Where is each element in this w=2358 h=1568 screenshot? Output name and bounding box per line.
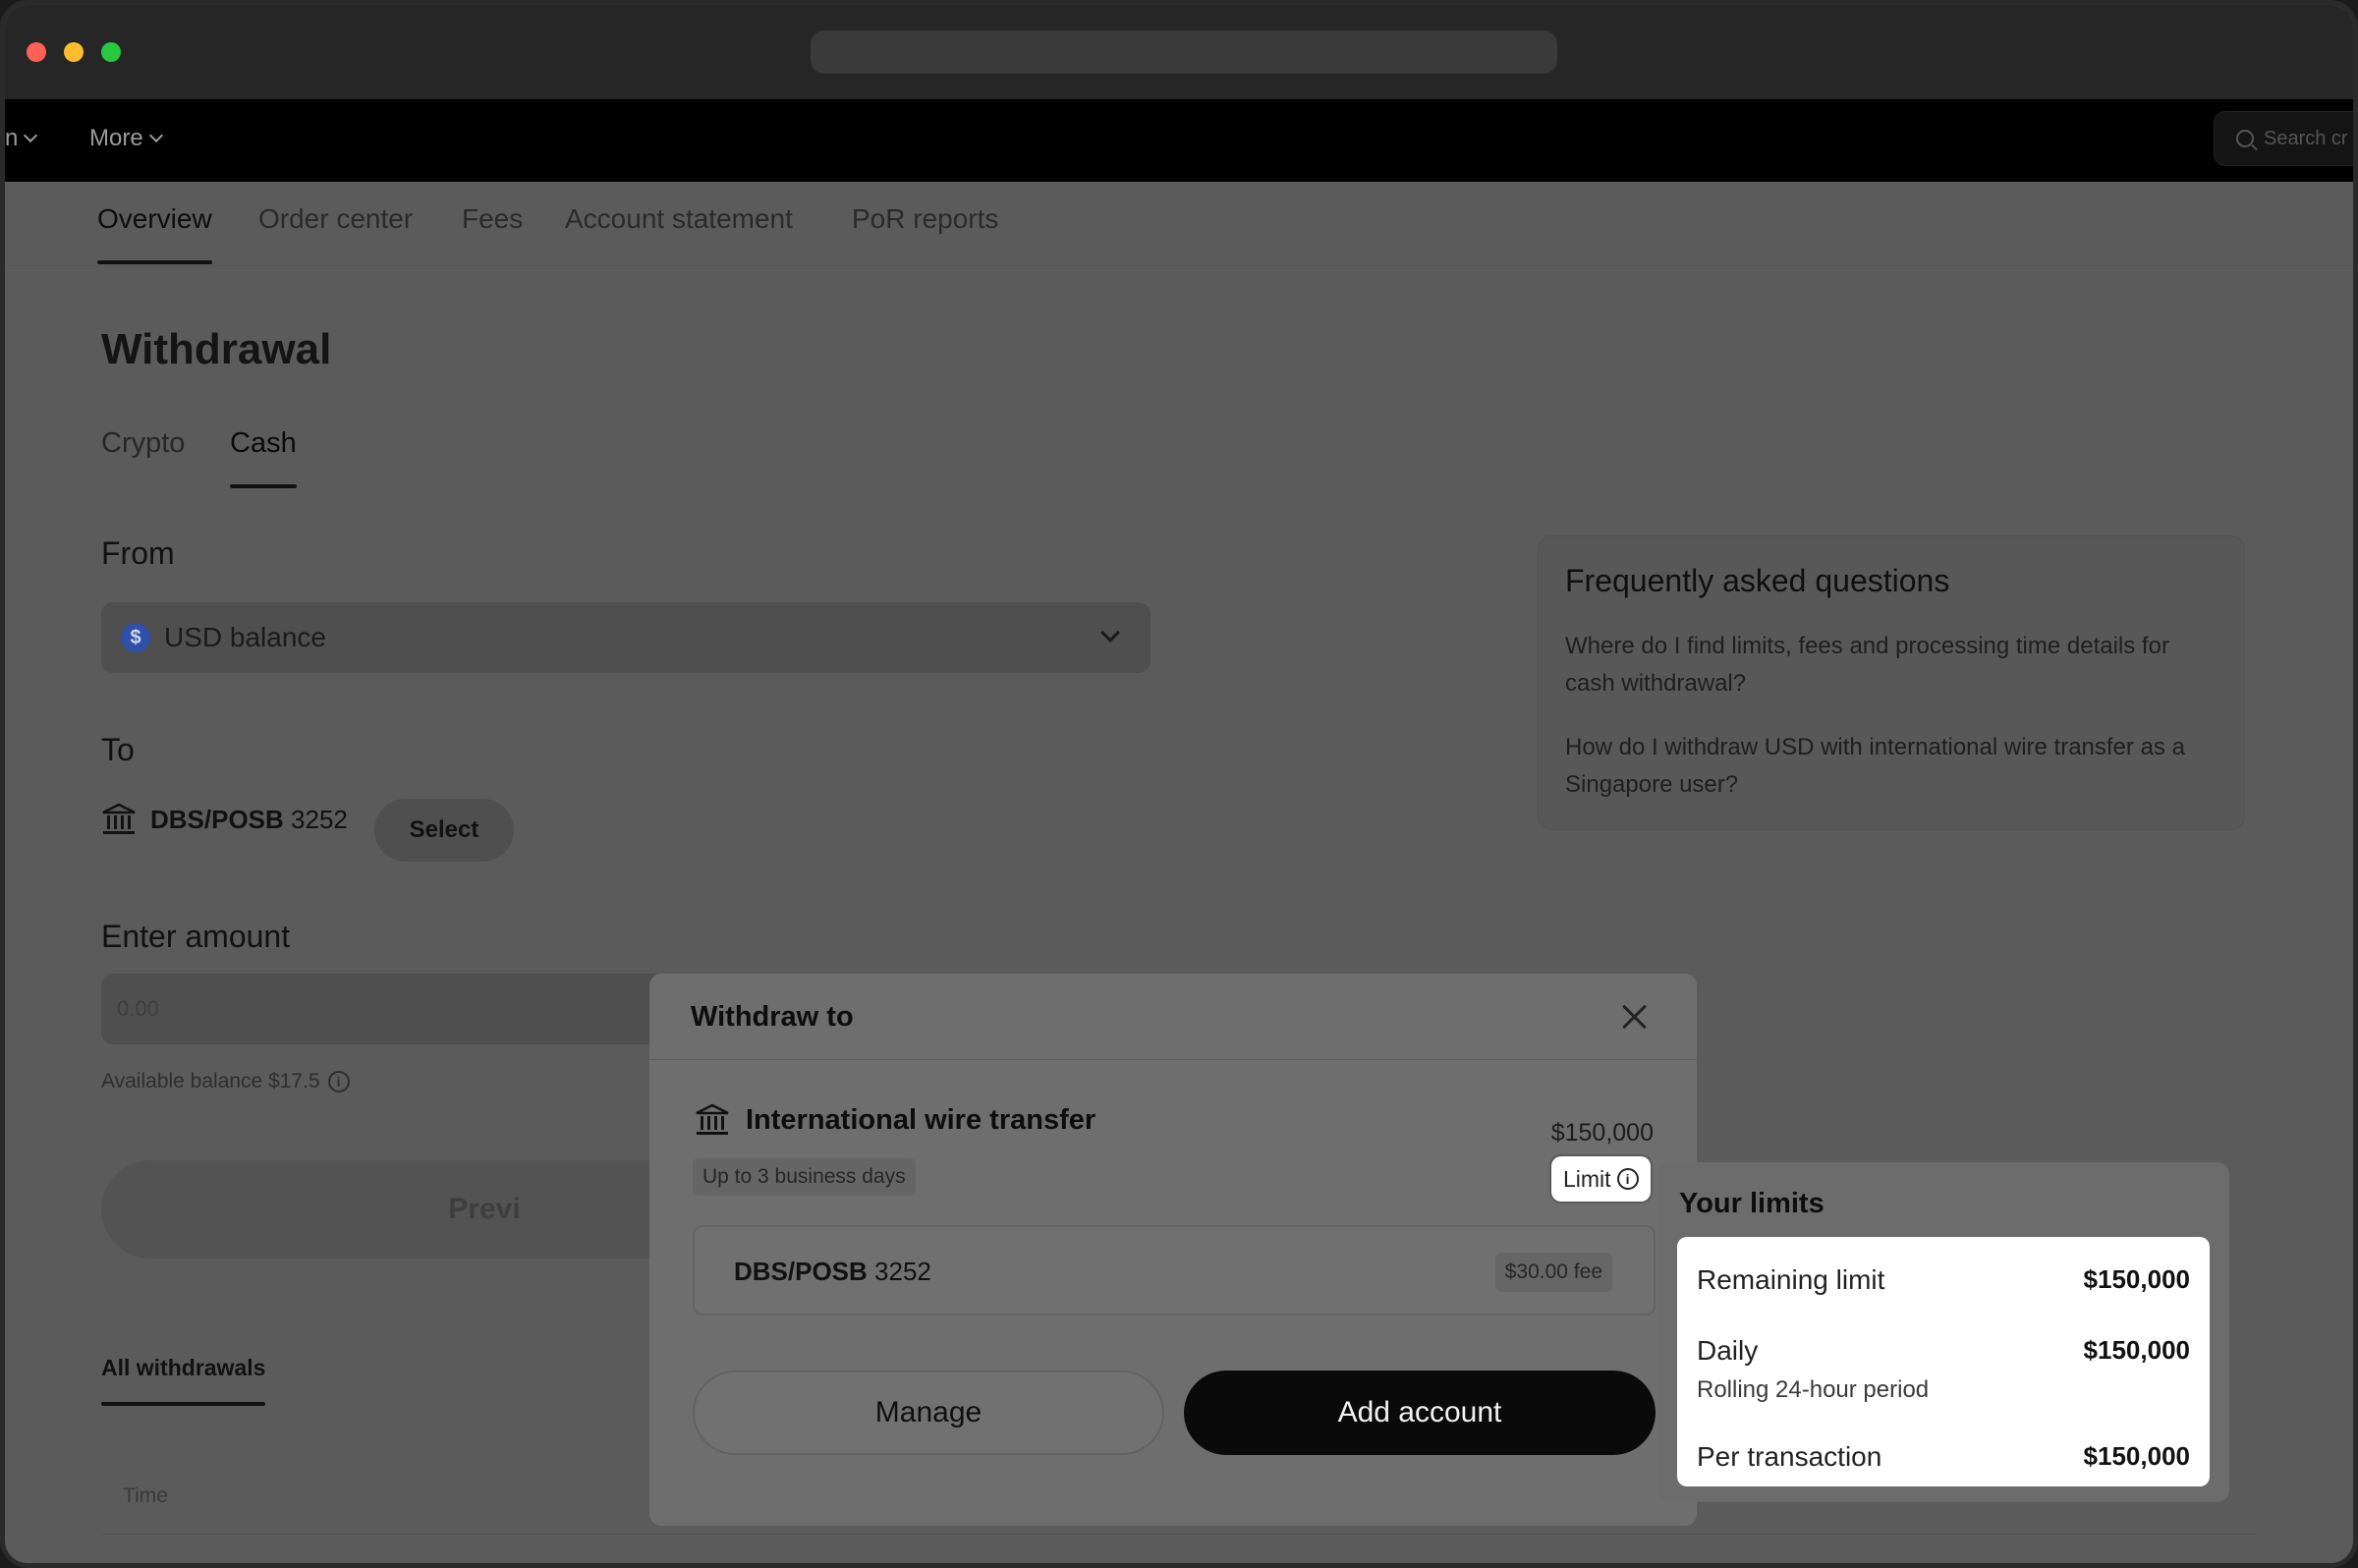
close-icon[interactable] xyxy=(1620,1003,1648,1031)
limits-popover: Your limits Remaining limit $150,000 Dai… xyxy=(1657,1162,2229,1502)
limit-value: $150,000 xyxy=(2083,1335,2190,1365)
page-title: Withdrawal xyxy=(101,325,332,373)
from-label: From xyxy=(101,535,175,571)
maximize-window-button[interactable] xyxy=(101,42,121,62)
column-header-time: Time xyxy=(123,1484,168,1507)
modal-title: Withdraw to xyxy=(691,1001,854,1033)
to-label: To xyxy=(101,732,135,767)
address-bar[interactable] xyxy=(811,30,1557,74)
tab-all-withdrawals[interactable]: All withdrawals xyxy=(101,1355,266,1406)
tab-crypto[interactable]: Crypto xyxy=(101,427,185,460)
nav-item-label: n xyxy=(5,125,19,151)
chevron-down-icon xyxy=(1100,623,1120,643)
nav-item-partial[interactable]: n xyxy=(5,125,38,152)
account-number: 3252 xyxy=(291,804,348,834)
limit-value: $150,000 xyxy=(2083,1441,2190,1471)
select-account-button[interactable]: Select xyxy=(374,799,514,862)
dollar-icon: $ xyxy=(121,623,150,652)
available-balance: Available balance $17.5 i xyxy=(101,1070,350,1093)
faq-question[interactable]: Where do I find limits, fees and process… xyxy=(1565,628,2214,702)
account-bank: DBS/POSB xyxy=(734,1257,868,1286)
info-icon[interactable]: i xyxy=(327,1071,350,1092)
tab-overview[interactable]: Overview xyxy=(97,203,212,264)
tab-order-center[interactable]: Order center xyxy=(258,203,413,235)
add-account-button[interactable]: Add account xyxy=(1184,1371,1656,1455)
info-icon: i xyxy=(1616,1168,1639,1190)
limit-row-daily: Daily Rolling 24-hour period $150,000 xyxy=(1697,1335,2190,1404)
processing-time-badge: Up to 3 business days xyxy=(693,1158,916,1196)
browser-window: n More Search cr Overview Order center F… xyxy=(0,0,2358,1568)
amount-placeholder: 0.00 xyxy=(117,996,159,1021)
tab-por-reports[interactable]: PoR reports xyxy=(852,203,998,235)
account-name: DBS/POSB 3252 xyxy=(734,1257,931,1287)
nav-item-label: More xyxy=(89,125,143,151)
sub-navigation: Overview Order center Fees Account state… xyxy=(5,182,2353,266)
limits-title: Your limits xyxy=(1679,1188,1825,1219)
manage-button[interactable]: Manage xyxy=(693,1371,1164,1455)
nav-item-more[interactable]: More xyxy=(89,125,163,152)
faq-question[interactable]: How do I withdraw USD with international… xyxy=(1565,729,2214,804)
limits-card: Remaining limit $150,000 Daily Rolling 2… xyxy=(1677,1237,2210,1486)
minimize-window-button[interactable] xyxy=(64,42,84,62)
from-value: USD balance xyxy=(164,622,326,652)
limit-label: Limit xyxy=(1563,1165,1611,1192)
tab-fees[interactable]: Fees xyxy=(462,203,523,235)
account-option[interactable]: DBS/POSB 3252 $30.00 fee xyxy=(693,1225,1656,1316)
divider xyxy=(101,1534,2257,1535)
bank-name: DBS/POSB xyxy=(150,804,284,834)
available-balance-text: Available balance $17.5 xyxy=(101,1070,320,1092)
limit-sublabel: Rolling 24-hour period xyxy=(1697,1376,1930,1403)
amount-input[interactable]: 0.00 xyxy=(101,974,691,1044)
method-name: International wire transfer xyxy=(746,1103,1096,1136)
limit-row-remaining: Remaining limit $150,000 xyxy=(1697,1264,2190,1296)
search-placeholder: Search cr xyxy=(2264,127,2348,149)
method-header: International wire transfer xyxy=(695,1103,1095,1137)
amount-label: Enter amount xyxy=(101,919,291,954)
fee-badge: $30.00 fee xyxy=(1494,1253,1612,1292)
title-bar xyxy=(5,5,2353,99)
selected-bank-account: DBS/POSB 3252 xyxy=(101,803,348,836)
chevron-down-icon xyxy=(24,128,38,143)
limit-button[interactable]: Limit i xyxy=(1551,1156,1651,1202)
limit-value: $150,000 xyxy=(2083,1264,2190,1294)
tab-cash[interactable]: Cash xyxy=(230,427,297,488)
tab-account-statement[interactable]: Account statement xyxy=(565,203,793,235)
limit-row-per-transaction: Per transaction $150,000 xyxy=(1697,1441,2190,1473)
search-input[interactable]: Search cr xyxy=(2214,111,2353,166)
modal-header: Withdraw to xyxy=(649,974,1697,1060)
chevron-down-icon xyxy=(148,128,163,143)
top-navigation: n More Search cr xyxy=(5,99,2353,182)
account-number: 3252 xyxy=(874,1257,931,1286)
from-select[interactable]: $ USD balance xyxy=(101,602,1151,673)
faq-title: Frequently asked questions xyxy=(1565,563,1950,598)
bank-icon xyxy=(695,1103,730,1137)
method-limit-amount: $150,000 xyxy=(1550,1119,1654,1147)
close-window-button[interactable] xyxy=(27,42,46,62)
search-icon xyxy=(2236,130,2254,147)
bank-icon xyxy=(101,803,137,836)
withdraw-to-modal: Withdraw to International wire transfer … xyxy=(649,974,1697,1526)
